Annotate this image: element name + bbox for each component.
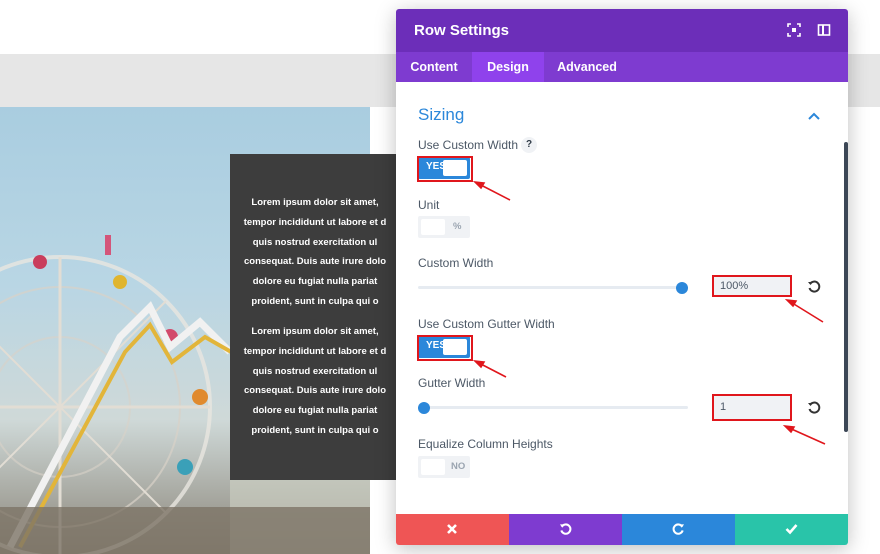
save-button[interactable] [735, 514, 848, 545]
row-settings-panel: Row Settings Content Design Advanced Siz… [396, 9, 848, 545]
panel-footer [396, 514, 848, 545]
text-module: Lorem ipsum dolor sit amet, tempor incid… [230, 154, 400, 480]
body-text-paragraph-2: Lorem ipsum dolor sit amet, tempor incid… [230, 322, 400, 441]
text-line: Lorem ipsum dolor sit amet, [251, 197, 379, 208]
text-line: proident, sunt in culpa qui o [251, 295, 379, 307]
text-line: tempor incididunt ut labore et d [243, 216, 387, 228]
close-button[interactable] [396, 514, 509, 545]
body-text-paragraph-1: Lorem ipsum dolor sit amet, tempor incid… [230, 193, 400, 312]
text-line: Lorem ipsum dolor sit amet, [251, 326, 379, 337]
close-icon [447, 524, 457, 534]
undo-button[interactable] [509, 514, 622, 545]
text-line: tempor incididunt ut labore et d [243, 345, 387, 357]
annotation-arrows [472, 180, 826, 445]
check-icon [785, 524, 798, 535]
text-line: consequat. Duis aute irure dolo [244, 256, 386, 268]
text-line: quis nostrud exercitation ul [252, 236, 378, 248]
redo-icon [672, 523, 685, 535]
text-line: consequat. Duis aute irure dolo [244, 385, 386, 397]
text-line: quis nostrud exercitation ul [252, 365, 378, 377]
text-line: proident, sunt in culpa qui o [251, 424, 379, 436]
undo-icon [559, 523, 572, 535]
redo-button[interactable] [622, 514, 735, 545]
text-line: dolore eu fugiat nulla pariat [252, 276, 378, 288]
text-line: dolore eu fugiat nulla pariat [252, 405, 378, 417]
panel-scrollbar[interactable] [844, 142, 848, 432]
